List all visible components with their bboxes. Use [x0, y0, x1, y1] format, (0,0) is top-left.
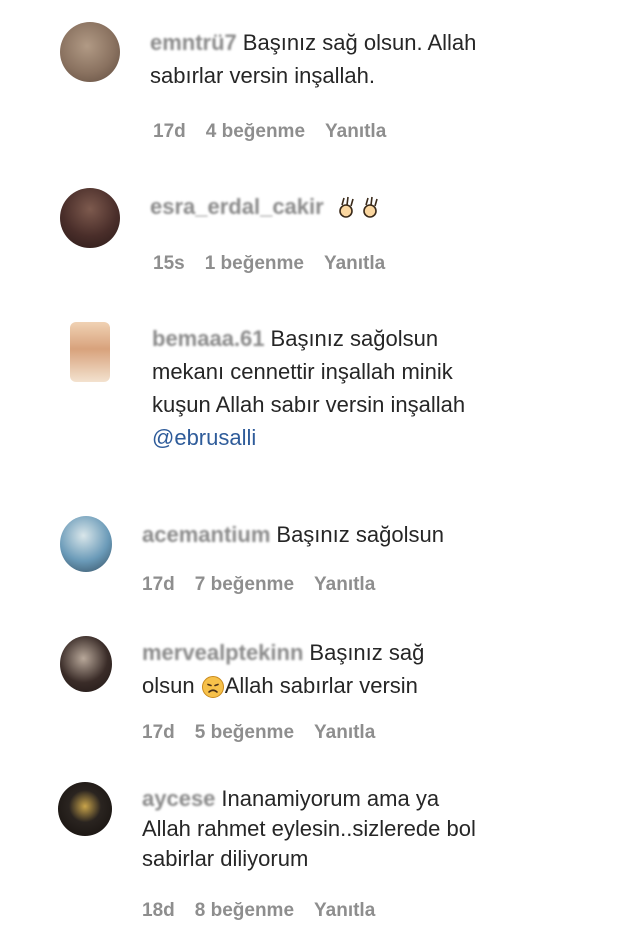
comment-time: 18d: [142, 900, 175, 921]
comment-username[interactable]: emntrü7: [150, 30, 237, 55]
comment-body: emntrü7 Başınız sağ olsun. Allah sabırlar…: [150, 26, 550, 92]
comment-likes[interactable]: 8 beğenme: [195, 900, 294, 921]
comment-meta: 17d 4 beğenme Yanıtla: [153, 121, 406, 143]
comment-time: 17d: [153, 121, 186, 142]
reply-button[interactable]: Yanıtla: [314, 574, 375, 595]
reply-button[interactable]: Yanıtla: [314, 722, 375, 743]
reply-button[interactable]: Yanıtla: [325, 121, 386, 142]
comment-text: Başınız sağolsun: [270, 326, 439, 351]
comment-text: olsun: [142, 673, 195, 698]
avatar[interactable]: [60, 516, 112, 572]
comment-text: sabirlar diliyorum: [142, 846, 309, 871]
comment-text: Başınız sağolsun: [276, 522, 444, 547]
comment-text: Allah rahmet eylesin..sizlerede bol: [142, 816, 476, 841]
comment-username[interactable]: acemantium: [142, 522, 270, 547]
comment-username[interactable]: bemaaa.61: [152, 326, 265, 351]
comment-username[interactable]: aycese: [142, 786, 215, 811]
comment-body: bemaaa.61 Başınız sağolsun mekanı cennett…: [152, 322, 592, 454]
reply-button[interactable]: Yanıtla: [324, 253, 385, 274]
comment-body: acemantium Başınız sağolsun: [142, 518, 582, 551]
comment-text: kuşun Allah sabır versin inşallah: [152, 392, 466, 417]
comment-likes[interactable]: 1 beğenme: [205, 253, 304, 274]
comment-username[interactable]: esra_erdal_cakir: [150, 194, 324, 219]
comment-meta: 18d 8 beğenme Yanıtla: [142, 900, 395, 922]
disappointed-face-icon: [201, 676, 224, 699]
comment-likes[interactable]: 5 beğenme: [195, 722, 294, 743]
avatar[interactable]: [60, 636, 112, 692]
mention-link[interactable]: @ebrusalli: [152, 421, 592, 454]
comment-text: mekanı cennettir inşallah minik: [152, 359, 453, 384]
comment-time: 17d: [142, 722, 175, 743]
comment-meta: 15s 1 beğenme Yanıtla: [153, 253, 405, 275]
comment-text: Başınız sağ: [309, 640, 425, 665]
comment-text: Allah sabırlar versin: [224, 673, 418, 698]
comment-body: esra_erdal_cakir: [150, 190, 570, 223]
comment-body: mervealptekinn Başınız sağ olsun Allah sa…: [142, 636, 582, 702]
comment-username[interactable]: mervealptekinn: [142, 640, 303, 665]
comment-likes[interactable]: 4 beğenme: [206, 121, 305, 142]
comment-meta: 17d 5 beğenme Yanıtla: [142, 722, 395, 744]
avatar[interactable]: [70, 322, 110, 382]
comment-text: Inanamiyorum ama ya: [221, 786, 440, 811]
comment-body: aycese Inanamiyorum ama ya Allah rahmet e…: [142, 784, 602, 874]
avatar[interactable]: [60, 188, 120, 248]
comment-meta: 17d 7 beğenme Yanıtla: [142, 574, 395, 596]
avatar[interactable]: [60, 22, 120, 82]
comment-likes[interactable]: 7 beğenme: [195, 574, 294, 595]
avatar[interactable]: [58, 782, 112, 836]
reply-button[interactable]: Yanıtla: [314, 900, 375, 921]
ok-hand-icon: [339, 197, 378, 218]
comment-time: 17d: [142, 574, 175, 595]
comment-time: 15s: [153, 253, 185, 274]
